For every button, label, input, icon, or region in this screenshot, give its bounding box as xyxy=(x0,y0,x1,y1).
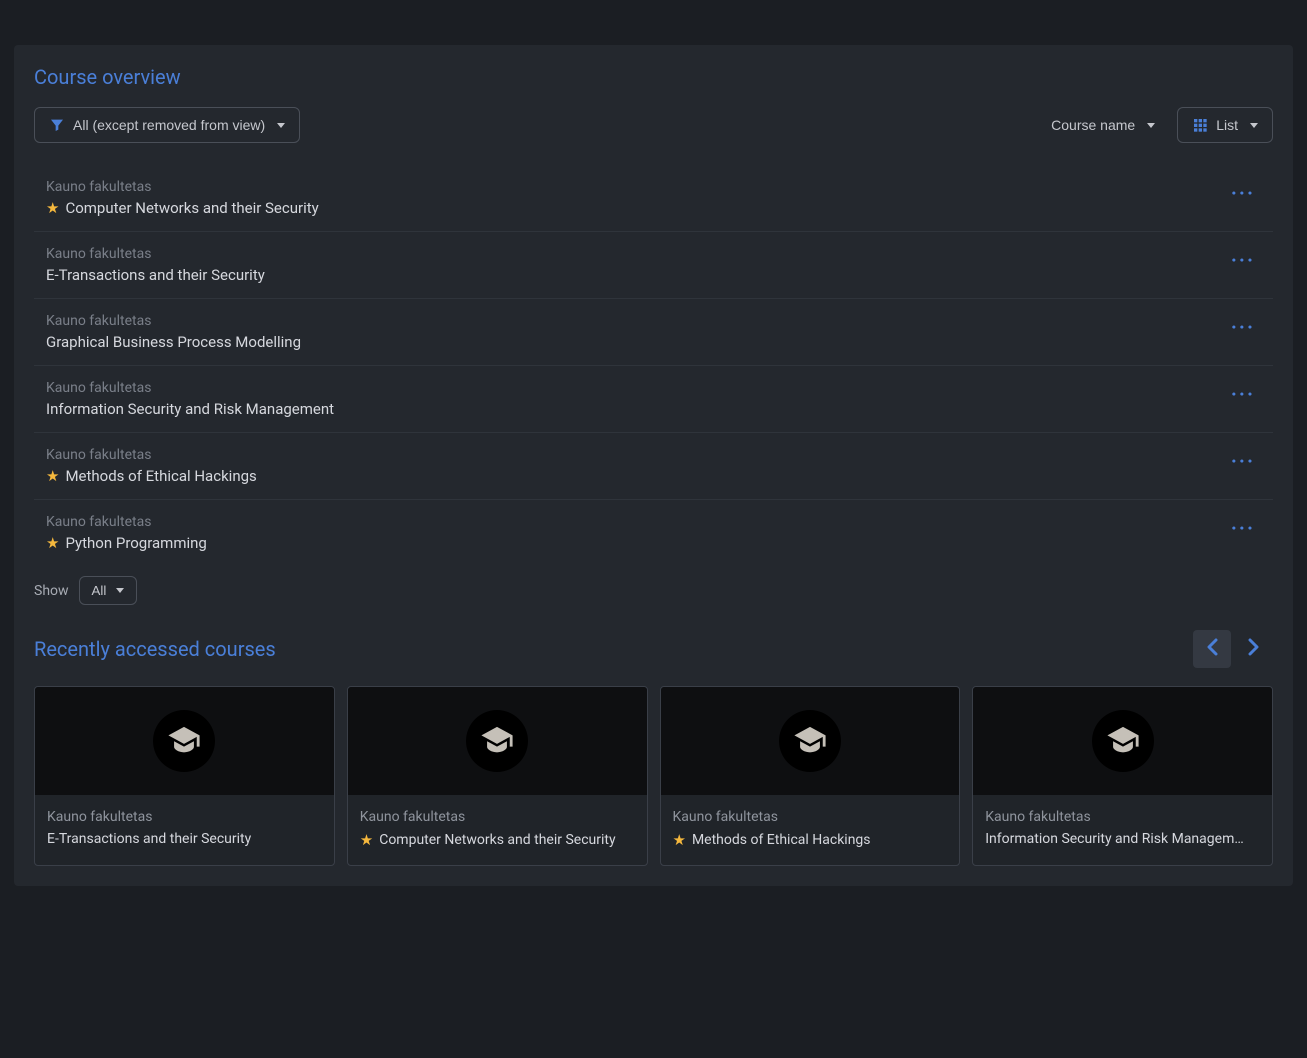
star-icon: ★ xyxy=(46,467,59,485)
recent-cards: Kauno fakultetas E-Transactions and thei… xyxy=(34,686,1273,866)
card-category: Kauno fakultetas xyxy=(47,809,322,825)
view-dropdown[interactable]: List xyxy=(1177,107,1273,143)
graduation-cap-icon xyxy=(1092,710,1154,772)
next-button[interactable] xyxy=(1235,630,1273,668)
course-name[interactable]: ★ Computer Networks and their Security xyxy=(46,199,319,217)
course-row[interactable]: Kauno fakultetas E-Transactions and thei… xyxy=(34,232,1273,299)
graduation-cap-icon xyxy=(779,710,841,772)
chevron-right-icon xyxy=(1248,638,1260,661)
star-icon: ★ xyxy=(673,831,686,849)
graduation-cap-icon xyxy=(153,710,215,772)
card-category: Kauno fakultetas xyxy=(985,809,1260,825)
prev-button[interactable] xyxy=(1193,630,1231,668)
carousel-nav xyxy=(1193,630,1273,668)
show-row: Show All xyxy=(34,576,1273,605)
sort-dropdown[interactable]: Course name xyxy=(1037,107,1169,143)
course-name[interactable]: E-Transactions and their Security xyxy=(46,266,265,284)
card-image xyxy=(973,687,1272,795)
recent-course-card[interactable]: Kauno fakultetas ★ Computer Networks and… xyxy=(347,686,648,866)
course-name[interactable]: ★ Python Programming xyxy=(46,534,207,552)
star-icon: ★ xyxy=(360,831,373,849)
more-menu-button[interactable]: ··· xyxy=(1225,380,1261,408)
more-menu-button[interactable]: ··· xyxy=(1225,313,1261,341)
view-label: List xyxy=(1216,117,1238,133)
recent-header: Recently accessed courses xyxy=(34,630,1273,668)
chevron-down-icon xyxy=(1147,123,1155,128)
course-category: Kauno fakultetas xyxy=(46,246,265,262)
show-value: All xyxy=(92,583,107,598)
course-name[interactable]: ★ Methods of Ethical Hackings xyxy=(46,467,257,485)
card-title: ★ Methods of Ethical Hackings xyxy=(673,831,948,849)
course-row[interactable]: Kauno fakultetas ★ Computer Networks and… xyxy=(34,165,1273,232)
chevron-down-icon xyxy=(116,588,124,593)
chevron-down-icon xyxy=(277,123,285,128)
card-category: Kauno fakultetas xyxy=(360,809,635,825)
star-icon: ★ xyxy=(46,534,59,552)
course-name[interactable]: Graphical Business Process Modelling xyxy=(46,333,301,351)
course-row[interactable]: Kauno fakultetas ★ Methods of Ethical Ha… xyxy=(34,433,1273,500)
course-category: Kauno fakultetas xyxy=(46,380,334,396)
recent-course-card[interactable]: Kauno fakultetas Information Security an… xyxy=(972,686,1273,866)
card-category: Kauno fakultetas xyxy=(673,809,948,825)
more-menu-button[interactable]: ··· xyxy=(1225,447,1261,475)
show-label: Show xyxy=(34,583,69,599)
course-category: Kauno fakultetas xyxy=(46,179,319,195)
more-menu-button[interactable]: ··· xyxy=(1225,514,1261,542)
course-overview-panel: Course overview All (except removed from… xyxy=(14,45,1293,886)
recent-course-card[interactable]: Kauno fakultetas E-Transactions and thei… xyxy=(34,686,335,866)
chevron-left-icon xyxy=(1206,638,1218,661)
course-row[interactable]: Kauno fakultetas Graphical Business Proc… xyxy=(34,299,1273,366)
card-title: Information Security and Risk Managem… xyxy=(985,831,1260,847)
course-category: Kauno fakultetas xyxy=(46,514,207,530)
more-menu-button[interactable]: ··· xyxy=(1225,246,1261,274)
filter-icon xyxy=(49,117,65,133)
course-overview-title: Course overview xyxy=(34,65,1273,89)
course-name[interactable]: Information Security and Risk Management xyxy=(46,400,334,418)
star-icon: ★ xyxy=(46,199,59,217)
filter-dropdown[interactable]: All (except removed from view) xyxy=(34,107,300,143)
course-row[interactable]: Kauno fakultetas Information Security an… xyxy=(34,366,1273,433)
course-list: Kauno fakultetas ★ Computer Networks and… xyxy=(34,165,1273,566)
chevron-down-icon xyxy=(1250,123,1258,128)
card-image xyxy=(661,687,960,795)
show-dropdown[interactable]: All xyxy=(79,576,138,605)
card-title: E-Transactions and their Security xyxy=(47,831,322,847)
course-category: Kauno fakultetas xyxy=(46,447,257,463)
course-row[interactable]: Kauno fakultetas ★ Python Programming ··… xyxy=(34,500,1273,566)
card-image xyxy=(35,687,334,795)
card-title: ★ Computer Networks and their Security xyxy=(360,831,635,849)
filter-label: All (except removed from view) xyxy=(73,117,265,133)
controls-row: All (except removed from view) Course na… xyxy=(34,107,1273,143)
more-menu-button[interactable]: ··· xyxy=(1225,179,1261,207)
graduation-cap-icon xyxy=(466,710,528,772)
recent-title: Recently accessed courses xyxy=(34,637,276,661)
recent-course-card[interactable]: Kauno fakultetas ★ Methods of Ethical Ha… xyxy=(660,686,961,866)
sort-label: Course name xyxy=(1051,117,1135,133)
course-category: Kauno fakultetas xyxy=(46,313,301,329)
card-image xyxy=(348,687,647,795)
grid-icon xyxy=(1192,117,1208,133)
